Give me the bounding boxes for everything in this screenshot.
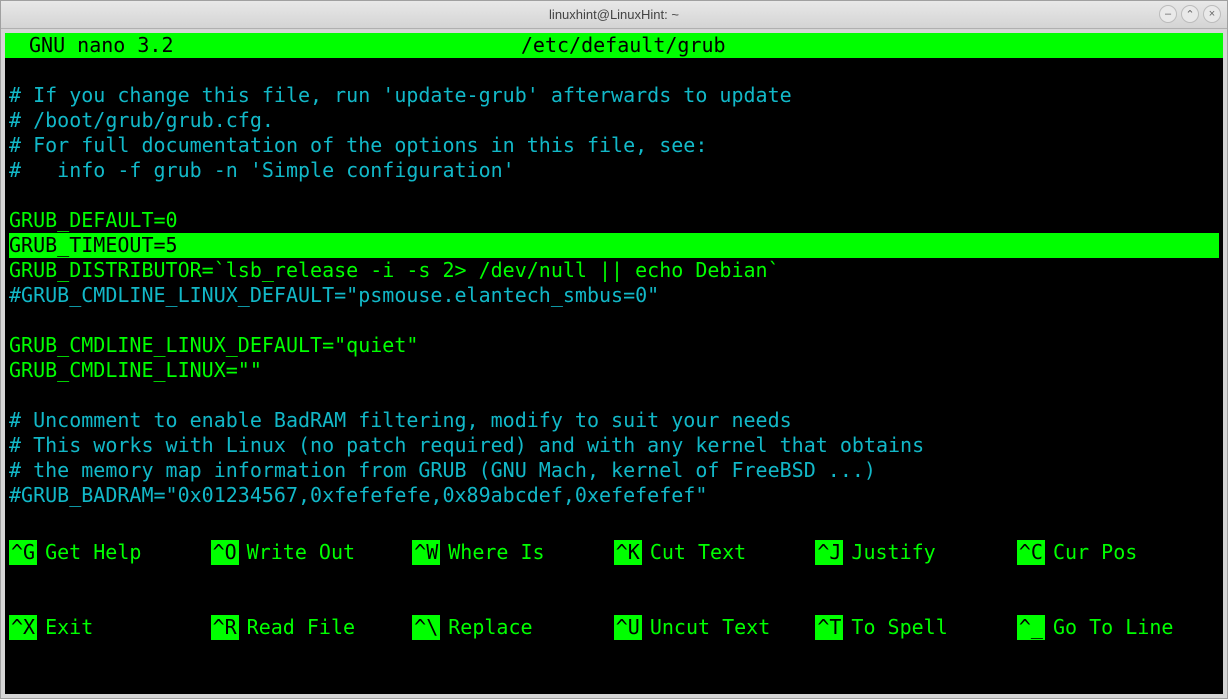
nano-app-name: GNU nano 3.2 (5, 33, 174, 58)
shortcut-key: ^J (815, 540, 843, 565)
comment-text: # the memory map information from GRUB (… (9, 458, 876, 482)
shortcut-label: Write Out (247, 540, 355, 565)
nano-header: GNU nano 3.2 /etc/default/grub (5, 33, 1223, 58)
shortcut-key: ^U (614, 615, 642, 640)
shortcut-key: ^C (1017, 540, 1045, 565)
comment-text: # For full documentation of the options … (9, 133, 707, 157)
shortcut-key: ^_ (1017, 615, 1045, 640)
shortcut-key: ^X (9, 615, 37, 640)
shortcut-item: ^\ Replace (412, 615, 614, 640)
editor-line: # /boot/grub/grub.cfg. (9, 108, 1219, 133)
editor-line: GRUB_DEFAULT=0 (9, 208, 1219, 233)
shortcut-label: Cur Pos (1053, 540, 1137, 565)
terminal-window: linuxhint@LinuxHint: ~ ‒ ⌃ × GNU nano 3.… (0, 0, 1228, 699)
shortcut-label: Exit (45, 615, 93, 640)
editor-line: # the memory map information from GRUB (… (9, 458, 1219, 483)
shortcut-bar: ^G Get Help ^O Write Out ^W Where Is ^K Cut Tex… (9, 490, 1219, 690)
editor-line (9, 308, 1219, 333)
shortcut-item: ^W Where Is (412, 540, 614, 565)
shortcut-item: ^R Read File (211, 615, 413, 640)
shortcut-label: Replace (448, 615, 532, 640)
shortcut-item: ^C Cur Pos (1017, 540, 1219, 565)
window-controls: ‒ ⌃ × (1159, 5, 1221, 23)
comment-text: # /boot/grub/grub.cfg. (9, 108, 274, 132)
editor-line: GRUB_CMDLINE_LINUX="" (9, 358, 1219, 383)
shortcut-label: Uncut Text (650, 615, 770, 640)
window-title: linuxhint@LinuxHint: ~ (549, 7, 679, 22)
shortcut-row-1: ^G Get Help ^O Write Out ^W Where Is ^K Cut Tex… (9, 540, 1219, 565)
minimize-icon: ‒ (1165, 8, 1171, 20)
editor-line: GRUB_CMDLINE_LINUX_DEFAULT="quiet" (9, 333, 1219, 358)
shortcut-key: ^\ (412, 615, 440, 640)
shortcut-item: ^K Cut Text (614, 540, 816, 565)
editor-line: # This works with Linux (no patch requir… (9, 433, 1219, 458)
comment-text: # If you change this file, run 'update-g… (9, 83, 792, 107)
close-button[interactable]: × (1203, 5, 1221, 23)
window-titlebar: linuxhint@LinuxHint: ~ ‒ ⌃ × (1, 1, 1227, 29)
shortcut-label: Justify (851, 540, 935, 565)
shortcut-label: Go To Line (1053, 615, 1173, 640)
editor-line: # Uncomment to enable BadRAM filtering, … (9, 408, 1219, 433)
shortcut-key: ^O (211, 540, 239, 565)
editor-line: # For full documentation of the options … (9, 133, 1219, 158)
editor-line (9, 183, 1219, 208)
editor-line: # info -f grub -n 'Simple configuration' (9, 158, 1219, 183)
comment-text: #GRUB_CMDLINE_LINUX_DEFAULT="psmouse.ela… (9, 283, 659, 307)
shortcut-label: Get Help (45, 540, 141, 565)
shortcut-item: ^T To Spell (815, 615, 1017, 640)
terminal[interactable]: GNU nano 3.2 /etc/default/grub # If you … (5, 33, 1223, 694)
maximize-button[interactable]: ⌃ (1181, 5, 1199, 23)
nano-file-path: /etc/default/grub (174, 33, 1194, 58)
terminal-container: GNU nano 3.2 /etc/default/grub # If you … (1, 29, 1227, 698)
editor-line: # If you change this file, run 'update-g… (9, 83, 1219, 108)
editor-line: GRUB_DISTRIBUTOR=`lsb_release -i -s 2> /… (9, 258, 1219, 283)
comment-text: # This works with Linux (no patch requir… (9, 433, 924, 457)
config-text: GRUB_CMDLINE_LINUX_DEFAULT="quiet" (9, 333, 418, 357)
minimize-button[interactable]: ‒ (1159, 5, 1177, 23)
editor-area[interactable]: # If you change this file, run 'update-g… (5, 83, 1223, 508)
editor-line: GRUB_TIMEOUT=5 (9, 233, 1219, 258)
shortcut-key: ^G (9, 540, 37, 565)
shortcut-label: Read File (247, 615, 355, 640)
shortcut-key: ^T (815, 615, 843, 640)
shortcut-label: Where Is (448, 540, 544, 565)
shortcut-item: ^O Write Out (211, 540, 413, 565)
editor-line: #GRUB_CMDLINE_LINUX_DEFAULT="psmouse.ela… (9, 283, 1219, 308)
config-text: GRUB_DEFAULT=0 (9, 208, 178, 232)
comment-text: # Uncomment to enable BadRAM filtering, … (9, 408, 792, 432)
editor-highlighted-line: GRUB_TIMEOUT=5 (9, 233, 1219, 258)
shortcut-item: ^J Justify (815, 540, 1017, 565)
shortcut-row-2: ^X Exit ^R Read File ^\ Replace ^U Uncut Text ^T… (9, 615, 1219, 640)
maximize-icon: ⌃ (1185, 8, 1194, 21)
editor-line (9, 383, 1219, 408)
shortcut-label: Cut Text (650, 540, 746, 565)
shortcut-label: To Spell (851, 615, 947, 640)
config-text: GRUB_CMDLINE_LINUX="" (9, 358, 262, 382)
comment-text: # info -f grub -n 'Simple configuration' (9, 158, 515, 182)
shortcut-item: ^X Exit (9, 615, 211, 640)
shortcut-item: ^G Get Help (9, 540, 211, 565)
shortcut-key: ^K (614, 540, 642, 565)
shortcut-item: ^U Uncut Text (614, 615, 816, 640)
editor-blank-top (5, 58, 1223, 83)
shortcut-key: ^R (211, 615, 239, 640)
shortcut-key: ^W (412, 540, 440, 565)
close-icon: × (1209, 8, 1215, 20)
shortcut-item: ^_ Go To Line (1017, 615, 1219, 640)
config-text: GRUB_DISTRIBUTOR=`lsb_release -i -s 2> /… (9, 258, 780, 282)
